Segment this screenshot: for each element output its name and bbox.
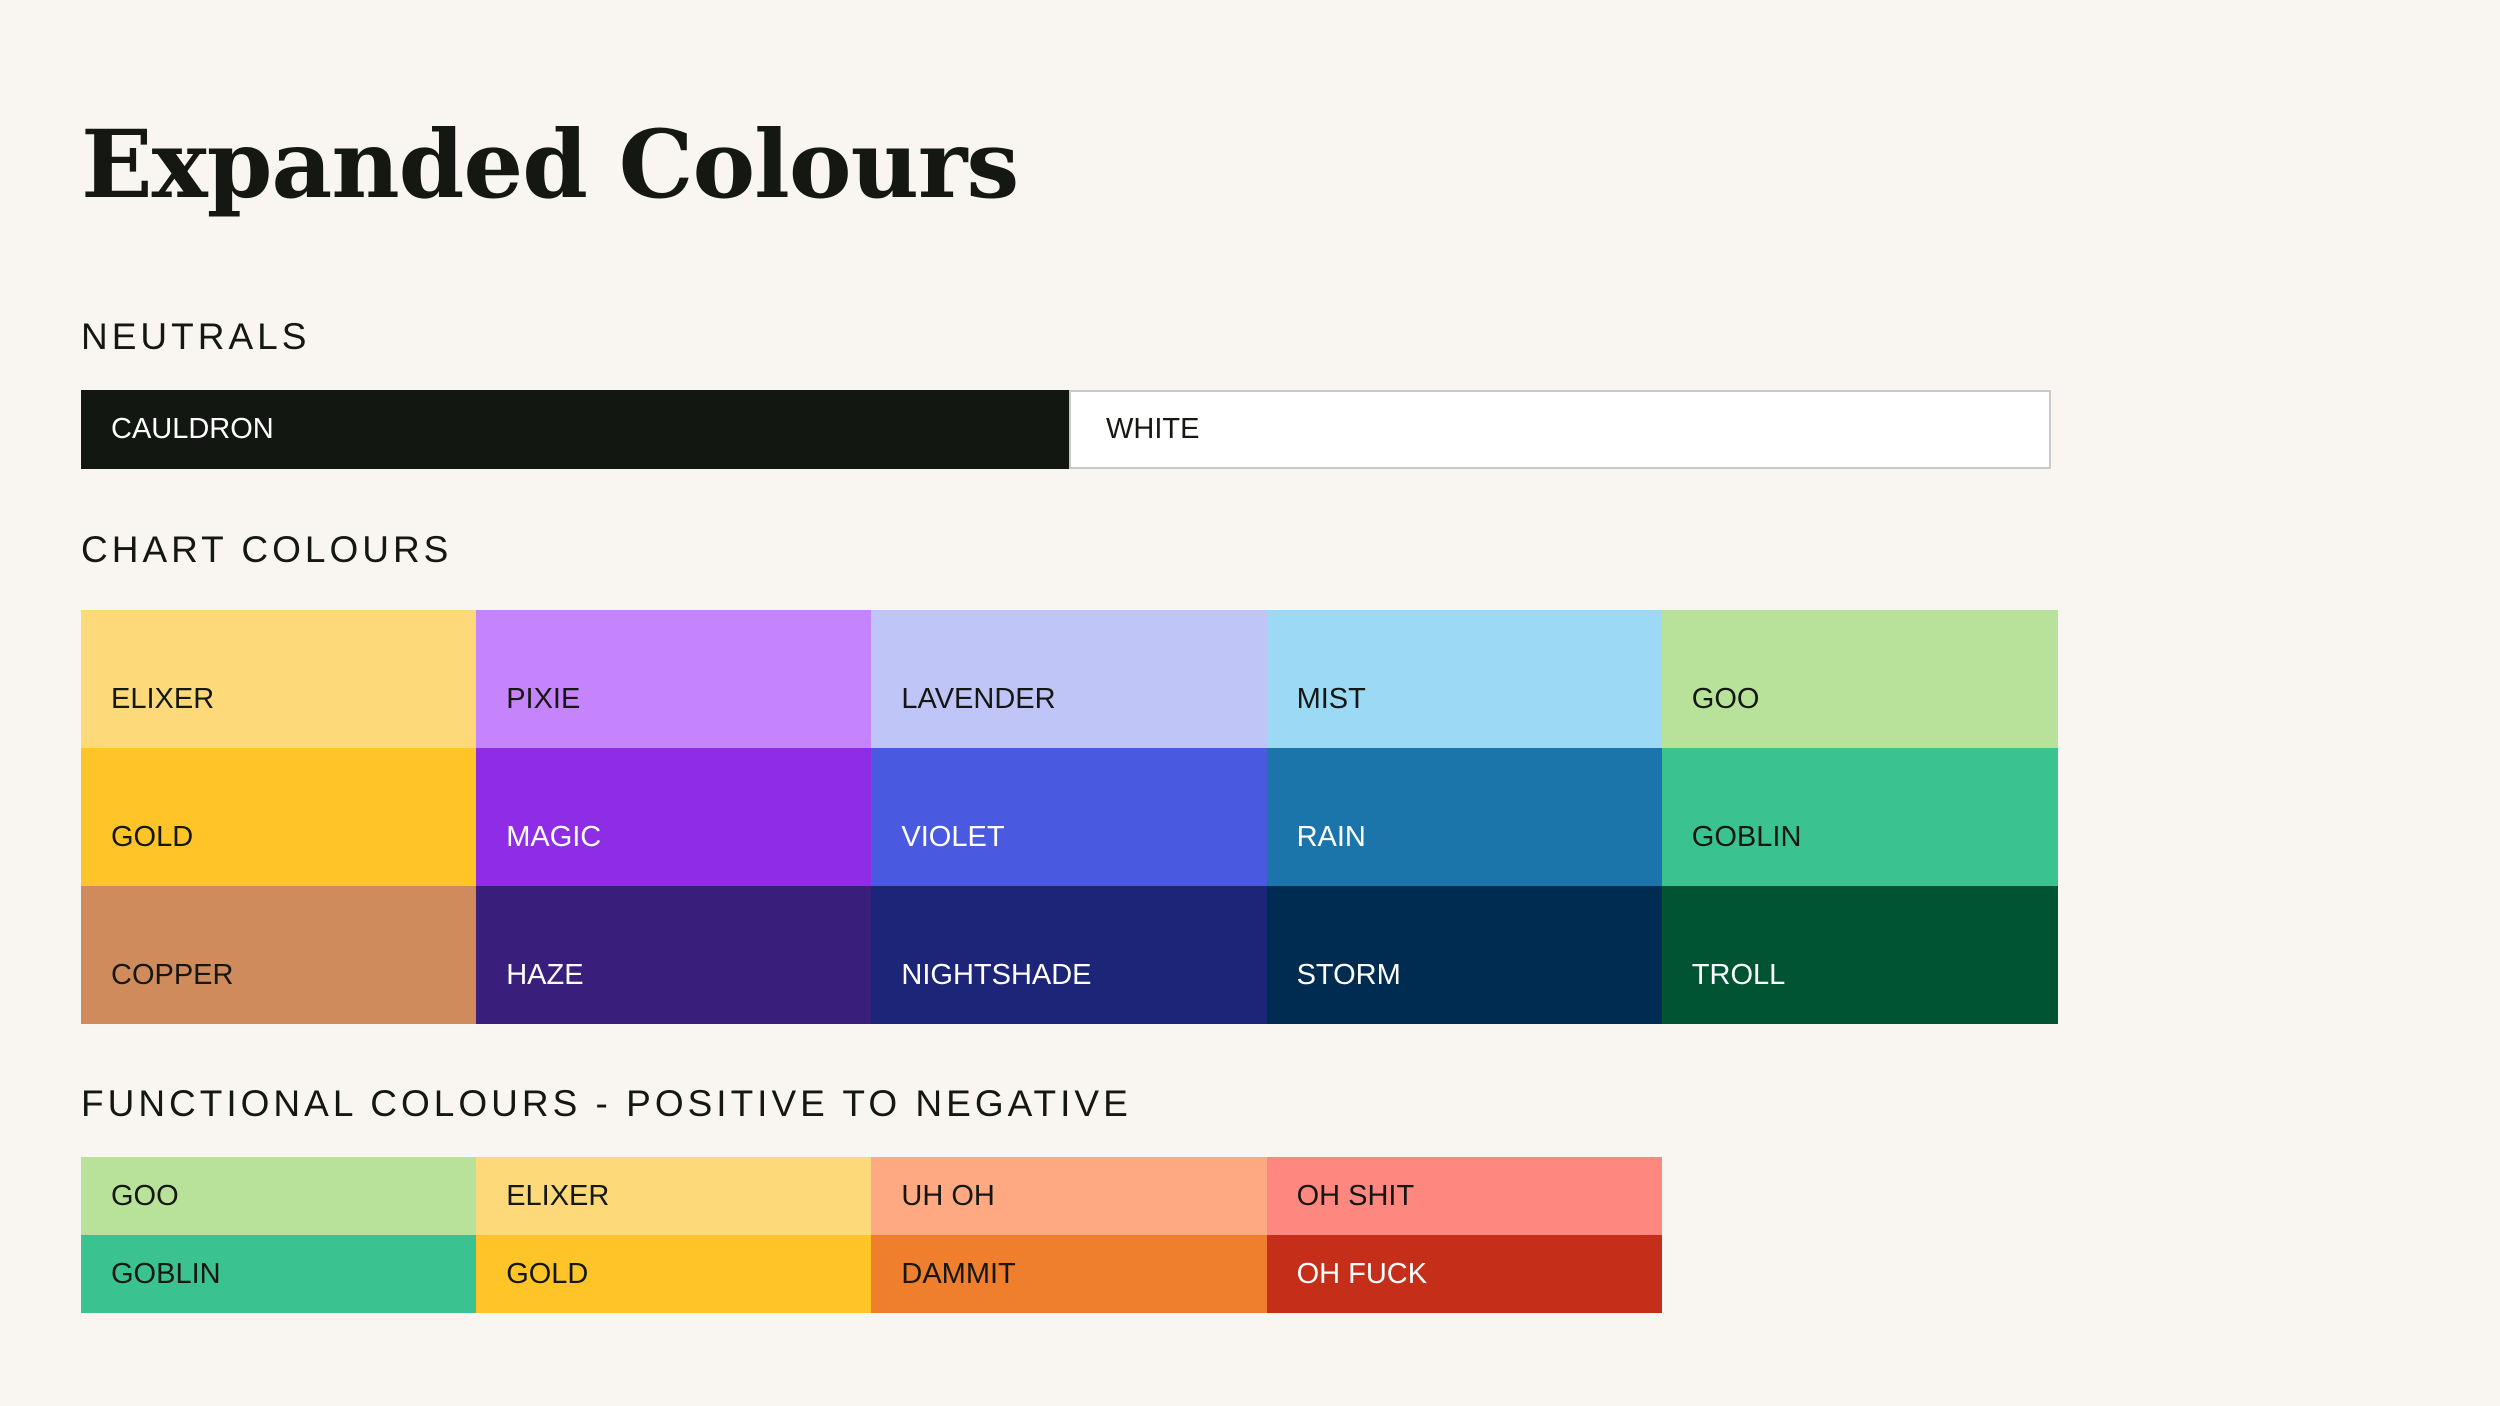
chart-colours-heading: CHART COLOURS [81,529,453,570]
swatch-label: MIST [1296,683,1366,715]
swatch-label: NIGHTSHADE [901,959,1092,991]
swatch-label: OH SHIT [1296,1180,1415,1212]
swatch-elixer: ELIXER [81,610,477,749]
functional-colours-heading: FUNCTIONAL COLOURS - POSITIVE TO NEGATIV… [81,1083,1132,1124]
swatch-label: GOBLIN [1691,821,1802,853]
swatch-pixie: PIXIE [476,610,872,749]
swatch-goo: GOO [81,1157,477,1236]
swatch-troll: TROLL [1661,886,2058,1024]
swatch-label: PIXIE [506,683,581,715]
swatch-goo: GOO [1661,610,2058,749]
swatch-label: GOBLIN [111,1258,221,1290]
swatch-label: CAULDRON [111,413,274,445]
swatch-goblin: GOBLIN [81,1235,477,1313]
swatch-label: OH FUCK [1296,1258,1428,1290]
swatch-dammit: DAMMIT [871,1235,1268,1313]
swatch-nightshade: NIGHTSHADE [871,886,1268,1024]
swatch-label: TROLL [1691,959,1786,991]
swatch-copper: COPPER [81,886,477,1024]
swatch-label: GOLD [506,1258,589,1290]
page-title: Expanded Colours [81,110,1019,220]
swatch-label: LAVENDER [901,683,1056,715]
swatch-cauldron: CAULDRON [81,390,1069,469]
swatch-goblin: GOBLIN [1661,748,2058,887]
swatch-label: VIOLET [901,821,1005,853]
swatch-white: WHITE [1069,390,2051,469]
swatch-violet: VIOLET [871,748,1268,887]
swatch-lavender: LAVENDER [871,610,1268,749]
swatch-label: HAZE [506,959,584,991]
swatch-label: MAGIC [506,821,602,853]
swatch-uh-oh: UH OH [871,1157,1268,1236]
swatch-elixer: ELIXER [476,1157,872,1236]
swatch-mist: MIST [1266,610,1663,749]
swatch-haze: HAZE [476,886,872,1024]
swatch-label: ELIXER [506,1180,610,1212]
swatch-label: COPPER [111,959,234,991]
swatch-oh-shit: OH SHIT [1266,1157,1663,1236]
swatch-gold: GOLD [81,748,477,887]
swatch-label: DAMMIT [901,1258,1016,1290]
swatch-label: STORM [1296,959,1401,991]
swatch-label: GOO [1691,683,1760,715]
swatch-gold: GOLD [476,1235,872,1313]
swatch-label: UH OH [901,1180,995,1212]
neutrals-heading: NEUTRALS [81,316,311,357]
swatch-storm: STORM [1266,886,1663,1024]
swatch-rain: RAIN [1266,748,1663,887]
swatch-label: GOO [111,1180,179,1212]
swatch-label: ELIXER [111,683,215,715]
swatch-oh-fuck: OH FUCK [1266,1235,1663,1313]
swatch-label: GOLD [111,821,194,853]
swatch-label: RAIN [1296,821,1366,853]
swatch-label: WHITE [1106,413,1200,445]
swatch-magic: MAGIC [476,748,872,887]
